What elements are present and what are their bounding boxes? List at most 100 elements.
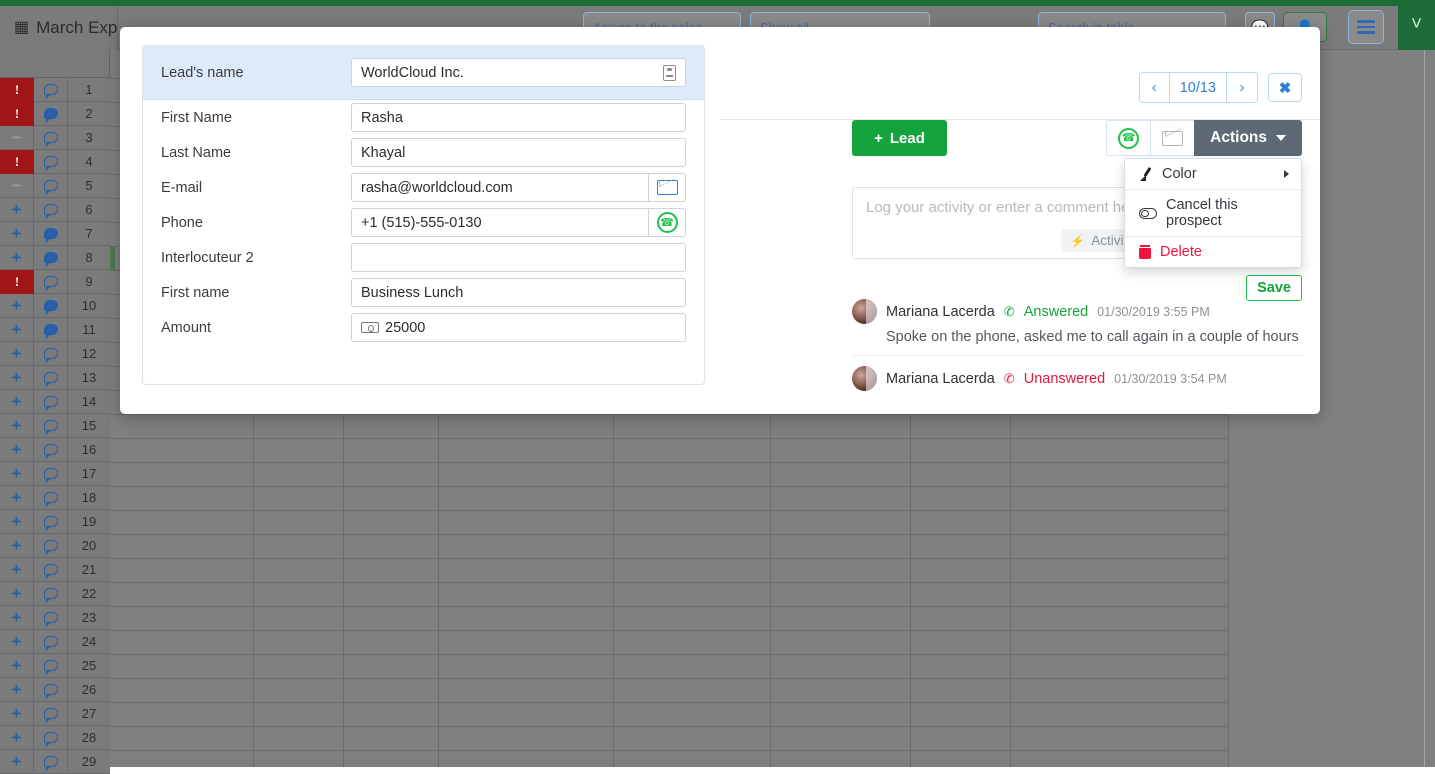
add-row-icon[interactable]: + (0, 558, 34, 581)
comment-bubble-icon[interactable] (34, 558, 68, 581)
comment-bubble-icon[interactable] (34, 726, 68, 749)
field-input[interactable]: 25000 (351, 313, 686, 342)
add-row-icon[interactable]: + (0, 534, 34, 557)
comment-bubble-icon[interactable] (34, 198, 68, 221)
grid-row[interactable]: +10 (0, 294, 110, 318)
lead-name-input[interactable]: WorldCloud Inc. (351, 58, 686, 87)
grid-row[interactable]: +8 (0, 246, 110, 270)
grid-row[interactable]: +22 (0, 582, 110, 606)
alert-badge[interactable]: ! (0, 102, 34, 126)
add-row-icon[interactable]: + (0, 630, 34, 653)
add-row-icon[interactable]: + (0, 366, 34, 389)
comment-bubble-icon[interactable] (34, 342, 68, 365)
comment-bubble-icon[interactable] (34, 126, 68, 149)
comment-bubble-icon[interactable] (34, 102, 68, 125)
comment-bubble-icon[interactable] (34, 510, 68, 533)
whatsapp-call-button[interactable] (648, 208, 686, 237)
grid-row[interactable]: +14 (0, 390, 110, 414)
add-row-icon[interactable]: + (0, 390, 34, 413)
menu-item-color[interactable]: Color (1125, 159, 1301, 190)
grid-row[interactable]: !2 (0, 102, 110, 126)
whatsapp-call-button[interactable] (1106, 120, 1150, 156)
grid-row[interactable]: +21 (0, 558, 110, 582)
close-icon[interactable]: ✖ (1268, 73, 1302, 102)
grid-row[interactable]: −3 (0, 126, 110, 150)
field-input[interactable] (351, 243, 686, 272)
grid-row[interactable]: !9 (0, 270, 110, 294)
add-row-icon[interactable]: + (0, 582, 34, 605)
chevron-down-icon[interactable]: ˅ (1398, 0, 1435, 50)
alert-badge[interactable]: ! (0, 78, 34, 102)
sheet-tab[interactable]: ▦ March Expo (0, 6, 118, 50)
alert-badge[interactable]: ! (0, 150, 34, 174)
field-input[interactable]: Rasha (351, 103, 686, 132)
comment-bubble-icon[interactable] (34, 222, 68, 245)
add-row-icon[interactable]: + (0, 462, 34, 485)
grid-row[interactable]: +17 (0, 462, 110, 486)
comment-bubble-icon[interactable] (34, 630, 68, 653)
comment-bubble-icon[interactable] (34, 750, 68, 773)
grid-row[interactable]: +26 (0, 678, 110, 702)
comment-bubble-icon[interactable] (34, 486, 68, 509)
comment-bubble-icon[interactable] (34, 654, 68, 677)
comment-bubble-icon[interactable] (34, 702, 68, 725)
comment-bubble-icon[interactable] (34, 390, 68, 413)
id-card-icon[interactable] (663, 65, 676, 81)
add-row-icon[interactable]: + (0, 198, 34, 221)
field-input[interactable]: Khayal (351, 138, 686, 167)
comment-bubble-icon[interactable] (34, 414, 68, 437)
pager-next-button[interactable]: › (1227, 73, 1257, 102)
pager-prev-button[interactable]: ‹ (1140, 73, 1170, 102)
grid-row[interactable]: +15 (0, 414, 110, 438)
comment-bubble-icon[interactable] (34, 366, 68, 389)
comment-bubble-icon[interactable] (34, 270, 68, 293)
save-button[interactable]: Save (1246, 275, 1302, 301)
menu-item-cancel-this-prospect[interactable]: Cancel this prospect (1125, 190, 1301, 237)
add-lead-button[interactable]: + Lead (852, 120, 947, 156)
comment-bubble-icon[interactable] (34, 294, 68, 317)
comment-bubble-icon[interactable] (34, 438, 68, 461)
add-row-icon[interactable]: + (0, 654, 34, 677)
add-row-icon[interactable]: + (0, 438, 34, 461)
send-email-button[interactable] (1150, 120, 1194, 156)
grid-row[interactable]: +16 (0, 438, 110, 462)
comment-bubble-icon[interactable] (34, 318, 68, 341)
add-row-icon[interactable]: + (0, 414, 34, 437)
comment-bubble-icon[interactable] (34, 246, 68, 269)
grid-row[interactable]: +12 (0, 342, 110, 366)
grid-row[interactable]: +11 (0, 318, 110, 342)
add-row-icon[interactable]: + (0, 510, 34, 533)
send-email-button[interactable] (648, 173, 686, 202)
comment-bubble-icon[interactable] (34, 582, 68, 605)
comment-bubble-icon[interactable] (34, 534, 68, 557)
grid-row[interactable]: +7 (0, 222, 110, 246)
add-row-icon[interactable]: + (0, 606, 34, 629)
grid-row[interactable]: +20 (0, 534, 110, 558)
comment-bubble-icon[interactable] (34, 78, 68, 101)
comment-bubble-icon[interactable] (34, 678, 68, 701)
comment-bubble-icon[interactable] (34, 174, 68, 197)
field-input[interactable]: rasha@worldcloud.com (351, 173, 648, 202)
alert-badge[interactable]: ! (0, 270, 34, 294)
comment-bubble-icon[interactable] (34, 606, 68, 629)
grid-row[interactable]: +13 (0, 366, 110, 390)
comment-bubble-icon[interactable] (34, 462, 68, 485)
grid-row[interactable]: +29 (0, 750, 110, 774)
add-row-icon[interactable]: + (0, 318, 34, 341)
collapse-row-icon[interactable]: − (0, 174, 34, 197)
add-row-icon[interactable]: + (0, 222, 34, 245)
add-row-icon[interactable]: + (0, 750, 34, 773)
add-row-icon[interactable]: + (0, 678, 34, 701)
grid-row[interactable]: +28 (0, 726, 110, 750)
add-row-icon[interactable]: + (0, 726, 34, 749)
comment-bubble-icon[interactable] (34, 150, 68, 173)
grid-row[interactable]: !4 (0, 150, 110, 174)
field-input[interactable]: +1 (515)-555-0130 (351, 208, 648, 237)
menu-item-delete[interactable]: Delete (1125, 237, 1301, 267)
add-row-icon[interactable]: + (0, 342, 34, 365)
collapse-row-icon[interactable]: − (0, 126, 34, 149)
grid-row[interactable]: +18 (0, 486, 110, 510)
grid-row[interactable]: +25 (0, 654, 110, 678)
grid-row[interactable]: −5 (0, 174, 110, 198)
grid-row[interactable]: +6 (0, 198, 110, 222)
